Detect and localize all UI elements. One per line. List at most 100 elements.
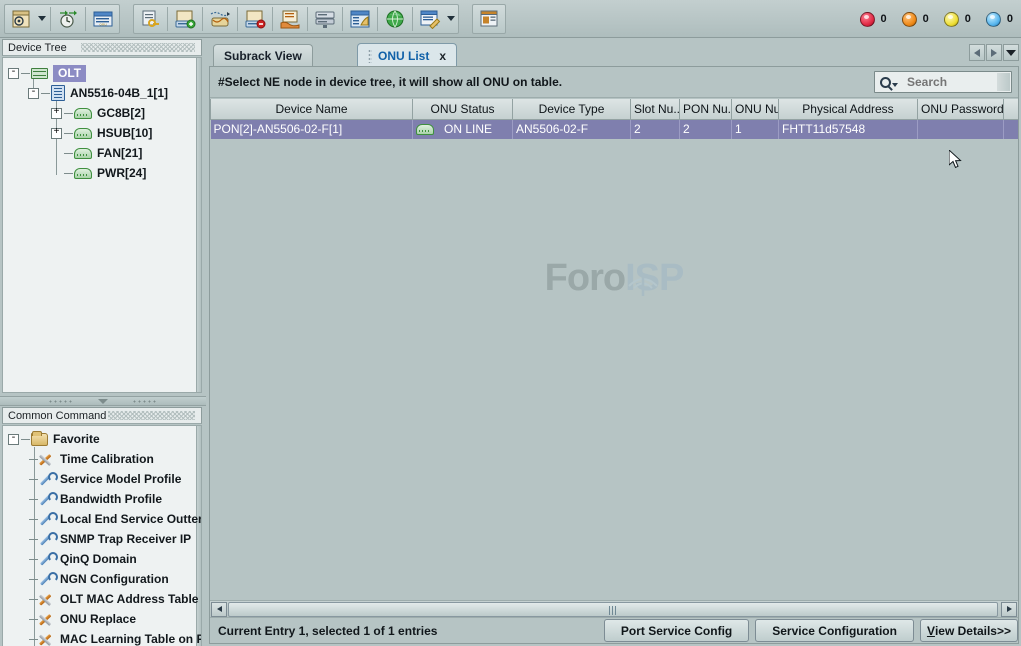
expander-collapse-icon[interactable]: -	[8, 68, 19, 79]
add-device-glyph	[174, 9, 196, 29]
alarm-minor[interactable]: 0	[944, 12, 971, 27]
toolbar-separator	[342, 7, 343, 31]
status-bar: Current Entry 1, selected 1 of 1 entries…	[210, 617, 1018, 643]
panel-grip[interactable]	[108, 411, 195, 420]
view-details-button[interactable]: View Details>>	[920, 619, 1018, 642]
chevron-right-icon[interactable]	[986, 44, 1002, 61]
tree-node-label: Favorite	[53, 432, 100, 446]
search-box[interactable]	[874, 71, 1012, 93]
watermark: ForoISP	[210, 257, 1018, 300]
tree-node-olt[interactable]: - OLT	[3, 63, 195, 83]
alarm-critical[interactable]: 0	[860, 12, 887, 27]
tree-node-gc8b[interactable]: + GC8B[2]	[3, 103, 195, 123]
tab-grip-icon	[368, 49, 372, 63]
panel-grip[interactable]	[81, 43, 195, 52]
search-dropdown-icon[interactable]	[892, 83, 898, 87]
command-item-qinq-domain[interactable]: QinQ Domain	[3, 549, 195, 569]
remove-device-icon[interactable]	[241, 6, 269, 32]
column-header-device-name[interactable]: Device Name	[211, 99, 413, 119]
rack-icon[interactable]	[311, 6, 339, 32]
cell-device-type: AN5506-02-F	[513, 119, 631, 139]
command-item-onu-replace[interactable]: ONU Replace	[3, 609, 195, 629]
hand-card-icon[interactable]	[276, 6, 304, 32]
auth-key-icon[interactable]	[136, 6, 164, 32]
scroll-left-icon[interactable]	[211, 602, 227, 617]
command-item-snmp-trap-receiver-ip[interactable]: SNMP Trap Receiver IP	[3, 529, 195, 549]
globe-icon[interactable]	[381, 6, 409, 32]
tree-node-label: PWR[24]	[97, 166, 146, 180]
button-label: iew Details>>	[935, 624, 1011, 638]
table-row[interactable]: PON[2]-AN5506-02-F[1] ON LINE AN5506-02-…	[211, 119, 1019, 139]
expander-expand-icon[interactable]: +	[51, 128, 62, 139]
command-item-bandwidth-profile[interactable]: Bandwidth Profile	[3, 489, 195, 509]
scrollbar-track[interactable]	[228, 602, 1000, 617]
column-header-pon-number[interactable]: PON Nu...	[680, 99, 732, 119]
server-list-icon[interactable]	[346, 6, 374, 32]
splitter-collapse-icon[interactable]	[98, 399, 108, 404]
report-dropdown-arrow[interactable]	[445, 6, 457, 32]
horizontal-scrollbar[interactable]	[210, 600, 1018, 617]
command-item-label: Service Model Profile	[60, 472, 181, 486]
tree-node-hsub[interactable]: + HSUB[10]	[3, 123, 195, 143]
tree-connector	[41, 93, 50, 94]
wrench-icon	[39, 572, 55, 587]
command-item-ngn-configuration[interactable]: NGN Configuration	[3, 569, 195, 589]
command-item-olt-mac-address-table[interactable]: OLT MAC Address Table	[3, 589, 195, 609]
common-command-scrollbar[interactable]	[196, 426, 201, 646]
device-manager-dropdown-arrow[interactable]	[36, 6, 48, 32]
column-header-extra[interactable]	[1004, 99, 1019, 119]
tools-icon	[39, 632, 55, 646]
device-manager-icon[interactable]	[7, 6, 35, 32]
column-header-physical-address[interactable]: Physical Address	[779, 99, 918, 119]
alarm-major[interactable]: 0	[902, 12, 929, 27]
common-command-body[interactable]: - Favorite Time Calibration Service Mode…	[2, 425, 202, 646]
onu-list-icon[interactable]: onu	[89, 6, 117, 32]
tree-node-pwr[interactable]: PWR[24]	[3, 163, 195, 183]
cell-slot-number: 2	[631, 119, 680, 139]
column-header-onu-status[interactable]: ONU Status	[413, 99, 513, 119]
tab-subrack-view[interactable]: Subrack View	[213, 44, 313, 67]
command-item-label: OLT MAC Address Table	[60, 592, 198, 606]
tree-node-ne[interactable]: - AN5516-04B_1[1]	[3, 83, 195, 103]
chevron-left-icon[interactable]	[969, 44, 985, 61]
scroll-right-icon[interactable]	[1001, 602, 1017, 617]
tab-onu-list[interactable]: ONU List x	[357, 43, 457, 67]
device-tree-body[interactable]: - OLT - AN5516-04B_1[1] + GC	[2, 57, 202, 393]
time-sync-icon[interactable]	[54, 6, 82, 32]
expander-collapse-icon[interactable]: -	[28, 88, 39, 99]
alarm-warning[interactable]: 0	[986, 12, 1013, 27]
tree-connector	[29, 559, 38, 560]
report-edit-icon[interactable]	[416, 6, 444, 32]
device-tree-scrollbar[interactable]	[196, 58, 201, 392]
tree-connector	[29, 579, 38, 580]
tree-node-fan[interactable]: FAN[21]	[3, 143, 195, 163]
search-scroll-thumb[interactable]	[997, 73, 1010, 91]
column-header-slot-number[interactable]: Slot Nu...	[631, 99, 680, 119]
cell-onu-number: 1	[732, 119, 779, 139]
action-button-row: Port Service Config Service Configuratio…	[604, 619, 1018, 642]
device-tree-titlebar: Device Tree	[2, 39, 202, 56]
add-device-icon[interactable]	[171, 6, 199, 32]
command-item-local-end-service-outter[interactable]: Local End Service Outter	[3, 509, 195, 529]
service-configuration-button[interactable]: Service Configuration	[755, 619, 914, 642]
port-service-config-button[interactable]: Port Service Config	[604, 619, 749, 642]
expander-collapse-icon[interactable]: -	[8, 434, 19, 445]
panel-splitter[interactable]	[0, 396, 206, 406]
window-layout-icon[interactable]	[475, 6, 503, 32]
search-input[interactable]	[905, 74, 993, 90]
column-header-onu-number[interactable]: ONU Nu...	[732, 99, 779, 119]
column-header-device-type[interactable]: Device Type	[513, 99, 631, 119]
command-item-time-calibration[interactable]: Time Calibration	[3, 449, 195, 469]
onu-table-container[interactable]: Device Name ONU Status Device Type Slot …	[210, 99, 1018, 596]
scrollbar-thumb[interactable]	[228, 602, 998, 617]
expander-expand-icon[interactable]: +	[51, 108, 62, 119]
fiber-link-icon[interactable]	[206, 6, 234, 32]
card-icon	[74, 168, 92, 179]
chevron-down-icon[interactable]	[1003, 44, 1019, 61]
command-item-service-model-profile[interactable]: Service Model Profile	[3, 469, 195, 489]
command-item-mac-learning-table-on-p[interactable]: MAC Learning Table on P	[3, 629, 195, 646]
close-icon[interactable]: x	[439, 49, 446, 63]
main-content-area: Subrack View ONU List x #Select NE node …	[207, 39, 1021, 646]
column-header-onu-password[interactable]: ONU Password	[918, 99, 1004, 119]
tree-node-favorite[interactable]: - Favorite	[3, 429, 195, 449]
